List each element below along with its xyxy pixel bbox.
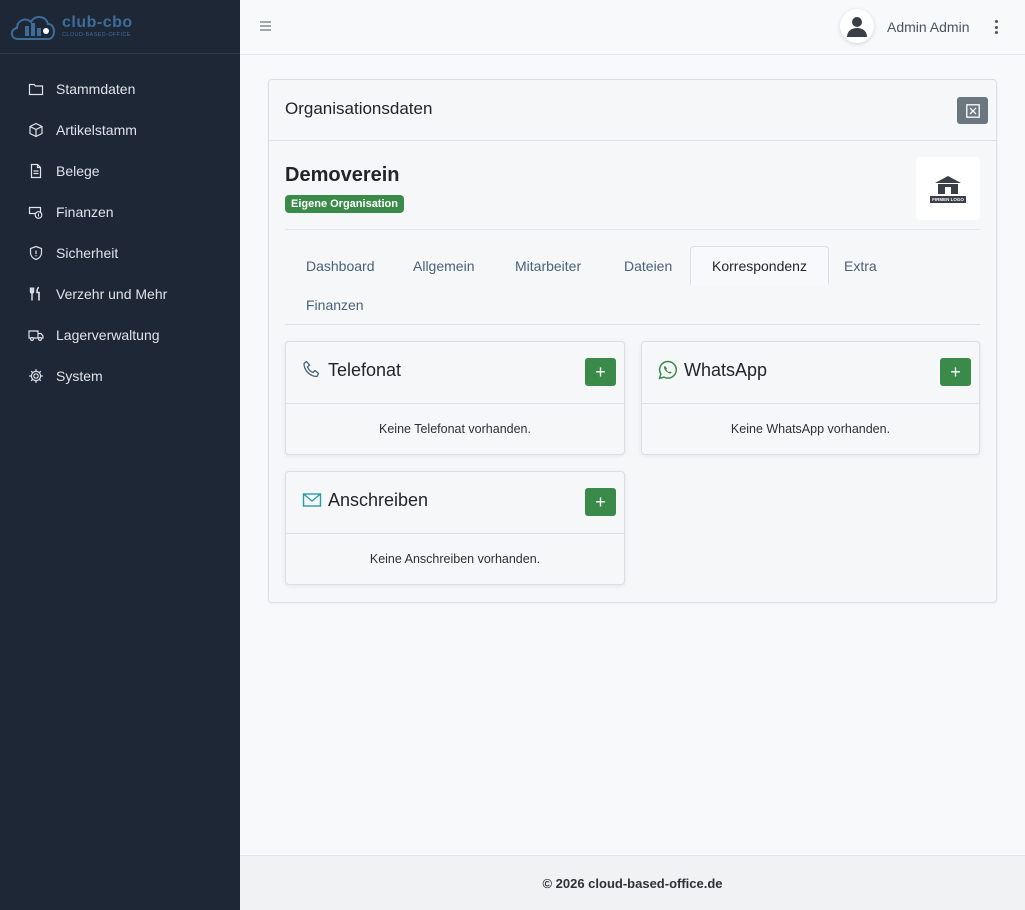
footer-copyright: © 2026 cloud-based-office.de — [542, 875, 723, 891]
whatsapp-card: WhatsApp + Keine WhatsApp vorhanden. — [641, 341, 980, 455]
sidebar-item-verzehr[interactable]: Verzehr und Mehr — [0, 273, 240, 314]
tab-extra[interactable]: Extra — [823, 246, 898, 285]
letter-card: Anschreiben + Keine Anschreiben vorhande… — [285, 471, 625, 585]
whatsapp-empty-text: Keine WhatsApp vorhanden. — [730, 422, 891, 436]
brand-subtitle: CLOUD-BASED-OFFICE — [62, 31, 131, 38]
whatsapp-icon — [658, 360, 677, 380]
envelope-icon — [302, 493, 322, 507]
shield-icon — [29, 245, 43, 260]
folder-icon — [28, 83, 44, 95]
sidebar-item-label: Sicherheit — [56, 244, 119, 261]
status-badge: Eigene Organisation — [285, 195, 404, 213]
brand[interactable]: club-cbo CLOUD-BASED-OFFICE — [0, 0, 240, 54]
sidebar-item-system[interactable]: System — [0, 355, 240, 396]
box-icon — [29, 122, 43, 137]
add-letter-button[interactable]: + — [585, 488, 616, 516]
menu-toggle-icon[interactable] — [260, 18, 274, 36]
add-phone-button[interactable]: + — [585, 358, 616, 386]
close-button[interactable] — [957, 97, 988, 124]
user-avatar[interactable] — [840, 9, 874, 43]
sidebar-item-label: Verzehr und Mehr — [56, 285, 168, 302]
topbar: Admin Admin — [240, 0, 1025, 55]
tab-korrespondenz[interactable]: Korrespondenz — [690, 246, 829, 285]
more-options-icon[interactable] — [992, 19, 1000, 35]
sidebar-item-belege[interactable]: Belege — [0, 150, 240, 191]
gear-icon — [29, 368, 43, 383]
brand-name: club-cbo — [62, 13, 133, 31]
sidebar-item-lagerverwaltung[interactable]: Lagerverwaltung — [0, 314, 240, 355]
sidebar-item-finanzen[interactable]: Finanzen — [0, 191, 240, 232]
phone-icon — [303, 360, 320, 378]
divider — [285, 229, 980, 230]
tab-mitarbeiter[interactable]: Mitarbeiter — [494, 246, 602, 285]
org-name: Demoverein — [285, 164, 400, 186]
org-logo[interactable]: FIRMEN LOGO — [916, 157, 980, 220]
add-whatsapp-button[interactable]: + — [940, 358, 971, 386]
building-icon — [935, 175, 961, 194]
footer: © 2026 cloud-based-office.de — [240, 855, 1025, 910]
card-header: Organisationsdaten — [269, 80, 996, 141]
sidebar-item-label: Stammdaten — [56, 80, 136, 97]
cloud-logo-icon — [8, 9, 58, 45]
letter-card-header: Anschreiben + — [286, 472, 624, 534]
whatsapp-card-title: WhatsApp — [684, 360, 768, 380]
sidebar-nav: Stammdaten Artikelstamm Belege Finanzen … — [0, 54, 240, 396]
page-title: Organisationsdaten — [285, 99, 433, 118]
cutlery-icon — [29, 286, 40, 300]
document-icon — [30, 163, 42, 178]
tab-finanzen[interactable]: Finanzen — [285, 285, 385, 324]
tab-bar: Dashboard Allgemein Mitarbeiter Dateien … — [285, 246, 980, 325]
organisation-card: Organisationsdaten Demoverein Eigene Org… — [268, 79, 997, 603]
sidebar-item-label: Lagerverwaltung — [56, 326, 160, 343]
sidebar-item-label: Belege — [56, 162, 100, 179]
sidebar-item-stammdaten[interactable]: Stammdaten — [0, 68, 240, 109]
sidebar-item-artikelstamm[interactable]: Artikelstamm — [0, 109, 240, 150]
truck-icon — [28, 329, 44, 341]
phone-card-title: Telefonat — [328, 360, 402, 380]
phone-empty-text: Keine Telefonat vorhanden. — [379, 422, 531, 436]
phone-card: Telefonat + Keine Telefonat vorhanden. — [285, 341, 625, 455]
sidebar: club-cbo CLOUD-BASED-OFFICE Stammdaten A… — [0, 0, 240, 910]
sidebar-item-label: Artikelstamm — [56, 121, 137, 138]
user-icon — [847, 17, 867, 37]
letter-empty-text: Keine Anschreiben vorhanden. — [369, 552, 541, 566]
sidebar-item-sicherheit[interactable]: Sicherheit — [0, 232, 240, 273]
tab-dashboard[interactable]: Dashboard — [285, 246, 396, 285]
logo-placeholder-text: FIRMEN LOGO — [930, 195, 966, 203]
tab-dateien[interactable]: Dateien — [603, 246, 693, 285]
user-name[interactable]: Admin Admin — [887, 19, 969, 35]
phone-card-header: Telefonat + — [286, 342, 624, 404]
letter-card-title: Anschreiben — [328, 490, 429, 510]
whatsapp-card-header: WhatsApp + — [642, 342, 979, 404]
tab-allgemein[interactable]: Allgemein — [392, 246, 495, 285]
money-icon — [28, 206, 43, 219]
sidebar-item-label: Finanzen — [56, 203, 114, 220]
sidebar-item-label: System — [56, 367, 103, 384]
close-icon — [965, 103, 980, 118]
